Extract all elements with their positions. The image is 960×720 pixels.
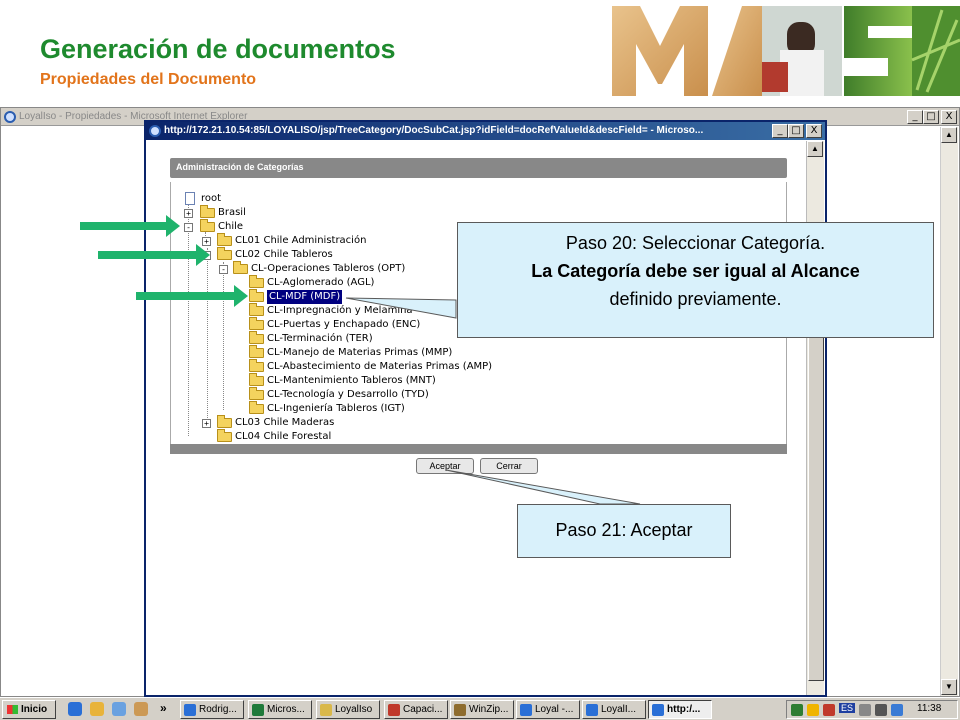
tray-icon[interactable] — [823, 704, 835, 716]
taskbar-item[interactable]: LoyalI... — [582, 700, 646, 719]
quicklaunch-icon[interactable] — [134, 702, 148, 716]
close-dialog-button[interactable]: Cerrar — [480, 458, 538, 474]
expand-icon[interactable]: + — [184, 209, 193, 218]
folder-icon — [217, 415, 232, 428]
dialog-url-title: http://172.21.10.54:85/LOYALISO/jsp/Tree… — [164, 125, 704, 136]
panel-footer-bar — [170, 444, 787, 454]
panel-header: Administración de Categorías — [170, 158, 787, 178]
arrow-icon — [80, 215, 180, 237]
outlook-quicklaunch-icon[interactable] — [90, 702, 104, 716]
folder-icon — [200, 219, 215, 232]
ie-icon — [520, 704, 532, 716]
taskbar-item[interactable]: Capaci... — [384, 700, 448, 719]
accept-button[interactable]: Aceptar — [416, 458, 474, 474]
tray-icon[interactable] — [891, 704, 903, 716]
chevron-icon[interactable]: » — [160, 701, 167, 715]
taskbar-item[interactable]: Micros... — [248, 700, 312, 719]
tray-icon[interactable] — [807, 704, 819, 716]
folder-icon — [249, 289, 264, 302]
tray-icon[interactable] — [859, 704, 871, 716]
page-subtitle: Propiedades del Documento — [40, 71, 257, 88]
folder-icon — [217, 233, 232, 246]
maximize-button[interactable]: □ — [923, 110, 939, 124]
collapse-icon[interactable]: - — [219, 265, 228, 274]
taskbar-item[interactable]: Rodrig... — [180, 700, 244, 719]
callout-step-20-line2: La Categoría debe ser igual al Alcance — [531, 261, 860, 281]
close-button[interactable]: X — [941, 110, 957, 124]
system-tray: ES 11:38 — [786, 700, 958, 719]
folder-icon — [249, 387, 264, 400]
folder-icon — [249, 275, 264, 288]
arrow-icon — [136, 285, 248, 307]
folder-icon — [233, 261, 248, 274]
desktop-quicklaunch-icon[interactable] — [112, 702, 126, 716]
app-icon — [320, 704, 332, 716]
app-icon — [388, 704, 400, 716]
taskbar-item[interactable]: Loyal -... — [516, 700, 580, 719]
folder-icon — [249, 303, 264, 316]
arrow-icon — [98, 244, 210, 266]
category-dialog-window: http://172.21.10.54:85/LOYALISO/jsp/Tree… — [144, 120, 827, 697]
taskbar-item[interactable]: WinZip... — [450, 700, 514, 719]
folder-icon — [200, 205, 215, 218]
scroll-down-icon[interactable]: ▼ — [941, 679, 957, 695]
folder-icon — [217, 429, 232, 442]
minimize-button[interactable]: _ — [907, 110, 923, 124]
language-indicator[interactable]: ES — [839, 703, 856, 713]
folder-icon — [249, 331, 264, 344]
dialog-maximize-button[interactable]: □ — [788, 124, 804, 138]
callout-step-20-line1: Paso 20: Seleccionar Categoría. — [565, 233, 826, 253]
folder-icon — [249, 345, 264, 358]
collapse-icon[interactable]: - — [184, 223, 193, 232]
brand-logo — [612, 6, 960, 96]
app-icon — [184, 704, 196, 716]
tray-icon[interactable] — [791, 704, 803, 716]
windows-logo-icon — [7, 705, 18, 714]
dialog-titlebar: http://172.21.10.54:85/LOYALISO/jsp/Tree… — [146, 122, 825, 140]
callout-step-20-line3: definido previamente. — [609, 289, 782, 309]
ie-quicklaunch-icon[interactable] — [68, 702, 82, 716]
page-title: Generación de documentos — [40, 34, 396, 64]
dialog-close-button[interactable]: X — [806, 124, 822, 138]
folder-icon — [249, 359, 264, 372]
ie-icon — [4, 111, 16, 123]
dialog-minimize-button[interactable]: _ — [772, 124, 788, 138]
start-button[interactable]: Inicio — [2, 700, 56, 719]
scroll-up-icon[interactable]: ▲ — [807, 141, 823, 157]
ie-icon — [586, 704, 598, 716]
outer-scrollbar[interactable]: ▲ ▼ — [940, 127, 958, 696]
start-label: Inicio — [21, 704, 48, 715]
clock: 11:38 — [917, 703, 942, 714]
taskbar-item[interactable]: LoyalIso — [316, 700, 380, 719]
scroll-up-icon[interactable]: ▲ — [941, 127, 957, 143]
volume-icon[interactable] — [875, 704, 887, 716]
folder-icon — [249, 373, 264, 386]
panel-title: Administración de Categorías — [176, 162, 304, 172]
taskbar: Inicio » Rodrig... Micros... LoyalIso Ca… — [0, 697, 960, 720]
folder-icon — [249, 401, 264, 414]
callout-step-21: Paso 21: Aceptar — [517, 504, 731, 558]
callout-step-20: Paso 20: Seleccionar Categoría. La Categ… — [457, 222, 934, 338]
ie-icon — [149, 125, 161, 137]
ie-icon — [652, 704, 664, 716]
taskbar-item-active[interactable]: http:/... — [648, 700, 712, 719]
expand-icon[interactable]: + — [202, 419, 211, 428]
excel-icon — [252, 704, 264, 716]
document-icon — [185, 192, 195, 205]
folder-icon — [249, 317, 264, 330]
winzip-icon — [454, 704, 466, 716]
folder-icon — [217, 247, 232, 260]
